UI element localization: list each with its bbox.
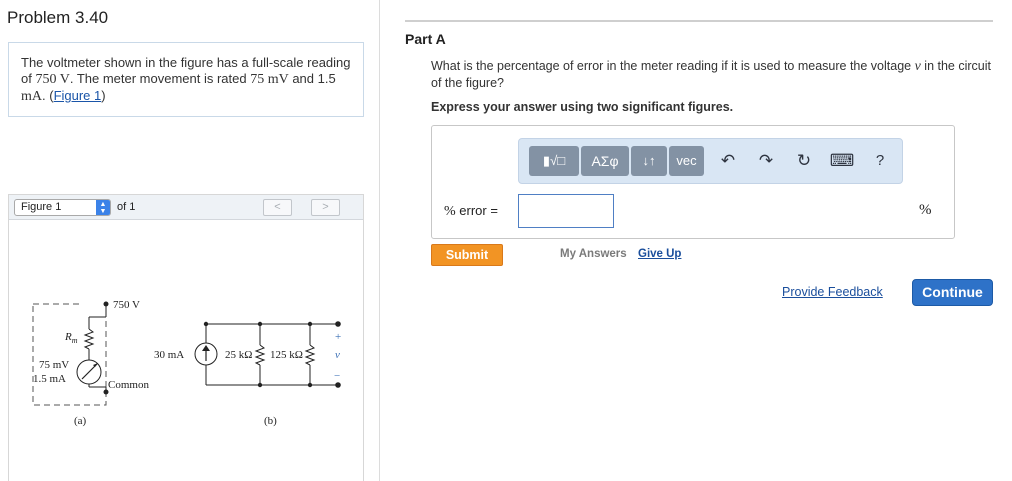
label-1-5ma: 1.5 mA xyxy=(33,373,66,385)
label-30ma: 30 mA xyxy=(154,349,184,361)
problem-text: and 1.5 xyxy=(288,71,336,86)
label-75mv: 75 mV xyxy=(39,359,69,371)
submit-button[interactable]: Submit xyxy=(431,244,503,266)
label-125k: 125 kΩ xyxy=(270,349,303,361)
question-part: What is the percentage of error in the m… xyxy=(431,59,915,73)
provide-feedback-link[interactable]: Provide Feedback xyxy=(782,285,883,299)
my-answers-label: My Answers xyxy=(560,248,627,260)
problem-text: . ( xyxy=(42,88,54,103)
terminal-minus xyxy=(335,382,341,388)
next-figure-button[interactable]: > xyxy=(311,199,340,216)
undo-icon[interactable]: ↶ xyxy=(715,148,741,174)
resistor-25k xyxy=(254,344,266,366)
vec-button[interactable]: vec xyxy=(669,146,704,176)
reset-icon[interactable]: ↻ xyxy=(791,148,817,174)
question-text: What is the percentage of error in the m… xyxy=(431,58,991,91)
instruction-text: Express your answer using two significan… xyxy=(431,100,734,114)
percent-symbol: % xyxy=(444,204,456,219)
label-rm: Rm xyxy=(64,331,78,345)
arrows-button[interactable]: ↓↑ xyxy=(631,146,667,176)
label-a: (a) xyxy=(74,415,87,427)
label-minus: − xyxy=(334,370,340,382)
problem-text: . The meter movement is rated xyxy=(69,71,251,86)
label-common: Common xyxy=(108,379,149,391)
help-icon[interactable]: ? xyxy=(867,148,893,174)
continue-button[interactable]: Continue xyxy=(912,279,993,306)
label-750v: 750 V xyxy=(113,299,140,311)
figure-header: Figure 1 ▲ ▼ of 1 < > xyxy=(9,195,363,220)
label-25k: 25 kΩ xyxy=(225,349,252,361)
resistor-125k xyxy=(304,344,316,366)
redo-icon[interactable]: ↷ xyxy=(753,148,779,174)
problem-title: Problem 3.40 xyxy=(7,8,109,27)
answer-input[interactable] xyxy=(518,194,614,228)
label-v: v xyxy=(335,349,340,361)
math-toolbar: ▮√□ ΑΣφ ↓↑ vec ↶ ↷ ↻ ⌨ ? xyxy=(518,138,903,184)
label-b: (b) xyxy=(264,415,277,427)
resistor-rm xyxy=(83,328,95,350)
circuit-diagram: 750 V Rm 75 mV 1.5 mA Common (a) 30 mA 2… xyxy=(32,299,341,427)
answer-unit: % xyxy=(919,202,932,218)
figure-panel: Figure 1 ▲ ▼ of 1 < > 750 V Rm 75 mV 1.5… xyxy=(8,194,364,481)
figure-image: 750 V Rm 75 mV 1.5 mA Common (a) 30 mA 2… xyxy=(9,221,363,481)
problem-panel: Problem 3.40 The voltmeter shown in the … xyxy=(0,0,380,481)
keyboard-icon[interactable]: ⌨ xyxy=(829,148,855,174)
problem-statement: The voltmeter shown in the figure has a … xyxy=(8,42,364,117)
answer-label: % error = xyxy=(444,203,498,220)
rated-mv: 75 mV xyxy=(250,72,289,87)
terminal-plus xyxy=(335,321,341,327)
answer-label-text: error = xyxy=(455,203,498,218)
prev-figure-button[interactable]: < xyxy=(263,199,292,216)
part-title: Part A xyxy=(405,31,446,47)
problem-text: ) xyxy=(101,88,106,103)
voltmeter-boundary xyxy=(32,303,107,406)
figure-link[interactable]: Figure 1 xyxy=(54,88,102,103)
give-up-link[interactable]: Give Up xyxy=(638,248,681,260)
rated-ma-unit: mA xyxy=(21,89,42,104)
label-plus: + xyxy=(335,331,341,343)
greek-symbols-button[interactable]: ΑΣφ xyxy=(581,146,629,176)
templates-button[interactable]: ▮√□ xyxy=(529,146,579,176)
terminal-750v xyxy=(103,301,109,307)
figure-select-value: Figure 1 xyxy=(21,201,62,213)
answer-area: ▮√□ ΑΣφ ↓↑ vec ↶ ↷ ↻ ⌨ ? % error = % xyxy=(431,125,955,239)
figure-select[interactable]: Figure 1 ▲ ▼ xyxy=(14,199,111,216)
figure-count: of 1 xyxy=(117,201,136,213)
updown-arrow-icon: ▲ ▼ xyxy=(96,200,110,215)
fullscale-value: 750 V xyxy=(35,72,70,87)
part-divider xyxy=(405,20,993,22)
